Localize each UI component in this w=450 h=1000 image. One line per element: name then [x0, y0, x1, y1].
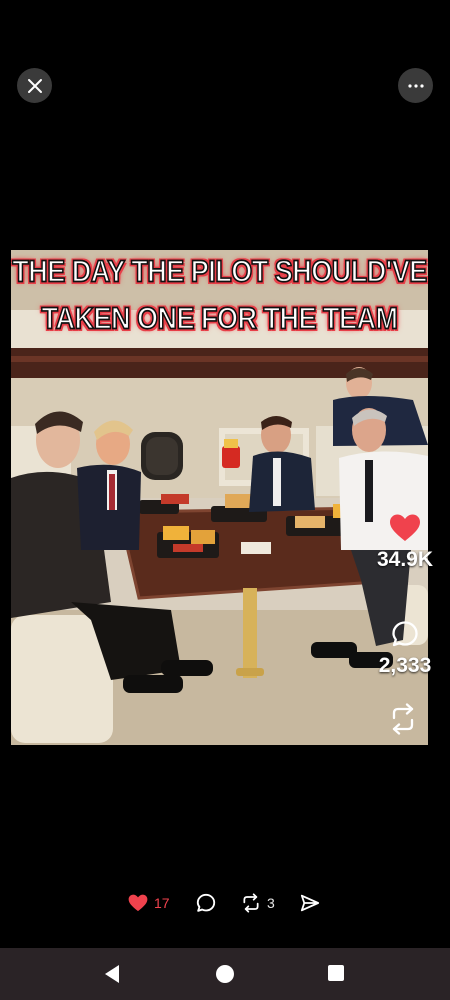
- comments-count: 2,333: [378, 654, 432, 677]
- heart-filled-icon: [128, 894, 148, 912]
- caption-line-2: TAKEN ONE FOR THE TEAM: [41, 301, 399, 336]
- nav-recents-button[interactable]: [327, 964, 345, 987]
- close-icon: [27, 78, 42, 93]
- repost-rail[interactable]: [386, 703, 420, 735]
- share-button[interactable]: [300, 894, 320, 912]
- system-nav-bar: [0, 948, 450, 1000]
- like-rail[interactable]: 34.9K: [375, 514, 435, 572]
- back-triangle-icon: [105, 965, 119, 983]
- repost-count: 3: [267, 895, 275, 911]
- heart-icon: [390, 514, 420, 541]
- caption-line-1: THE DAY THE PILOT SHOULD'VE: [12, 254, 428, 289]
- nav-home-button[interactable]: [215, 964, 235, 989]
- comment-button[interactable]: [196, 893, 216, 913]
- comment-rail[interactable]: 2,333: [375, 620, 435, 678]
- image-caption: THE DAY THE PILOT SHOULD'VE TAKEN ONE FO…: [11, 250, 428, 342]
- repost-icon: [392, 703, 414, 735]
- more-horizontal-icon: [407, 83, 424, 88]
- screen: THE DAY THE PILOT SHOULD'VE TAKEN ONE FO…: [0, 0, 450, 1000]
- repost-button[interactable]: 3: [241, 893, 275, 913]
- like-button[interactable]: 17: [128, 894, 170, 912]
- post-action-bar: 17 3: [0, 885, 450, 921]
- send-icon: [300, 894, 320, 912]
- repost-small-icon: [243, 893, 259, 913]
- comment-icon: [196, 893, 216, 912]
- like-count: 17: [154, 895, 170, 911]
- close-button[interactable]: [17, 68, 52, 103]
- more-options-button[interactable]: [398, 68, 433, 103]
- home-circle-icon: [216, 965, 234, 983]
- comment-bubble-icon: [392, 621, 418, 647]
- nav-back-button[interactable]: [103, 964, 121, 989]
- recents-square-icon: [328, 965, 344, 981]
- likes-count: 34.9K: [376, 548, 434, 571]
- post-image[interactable]: THE DAY THE PILOT SHOULD'VE TAKEN ONE FO…: [11, 250, 428, 745]
